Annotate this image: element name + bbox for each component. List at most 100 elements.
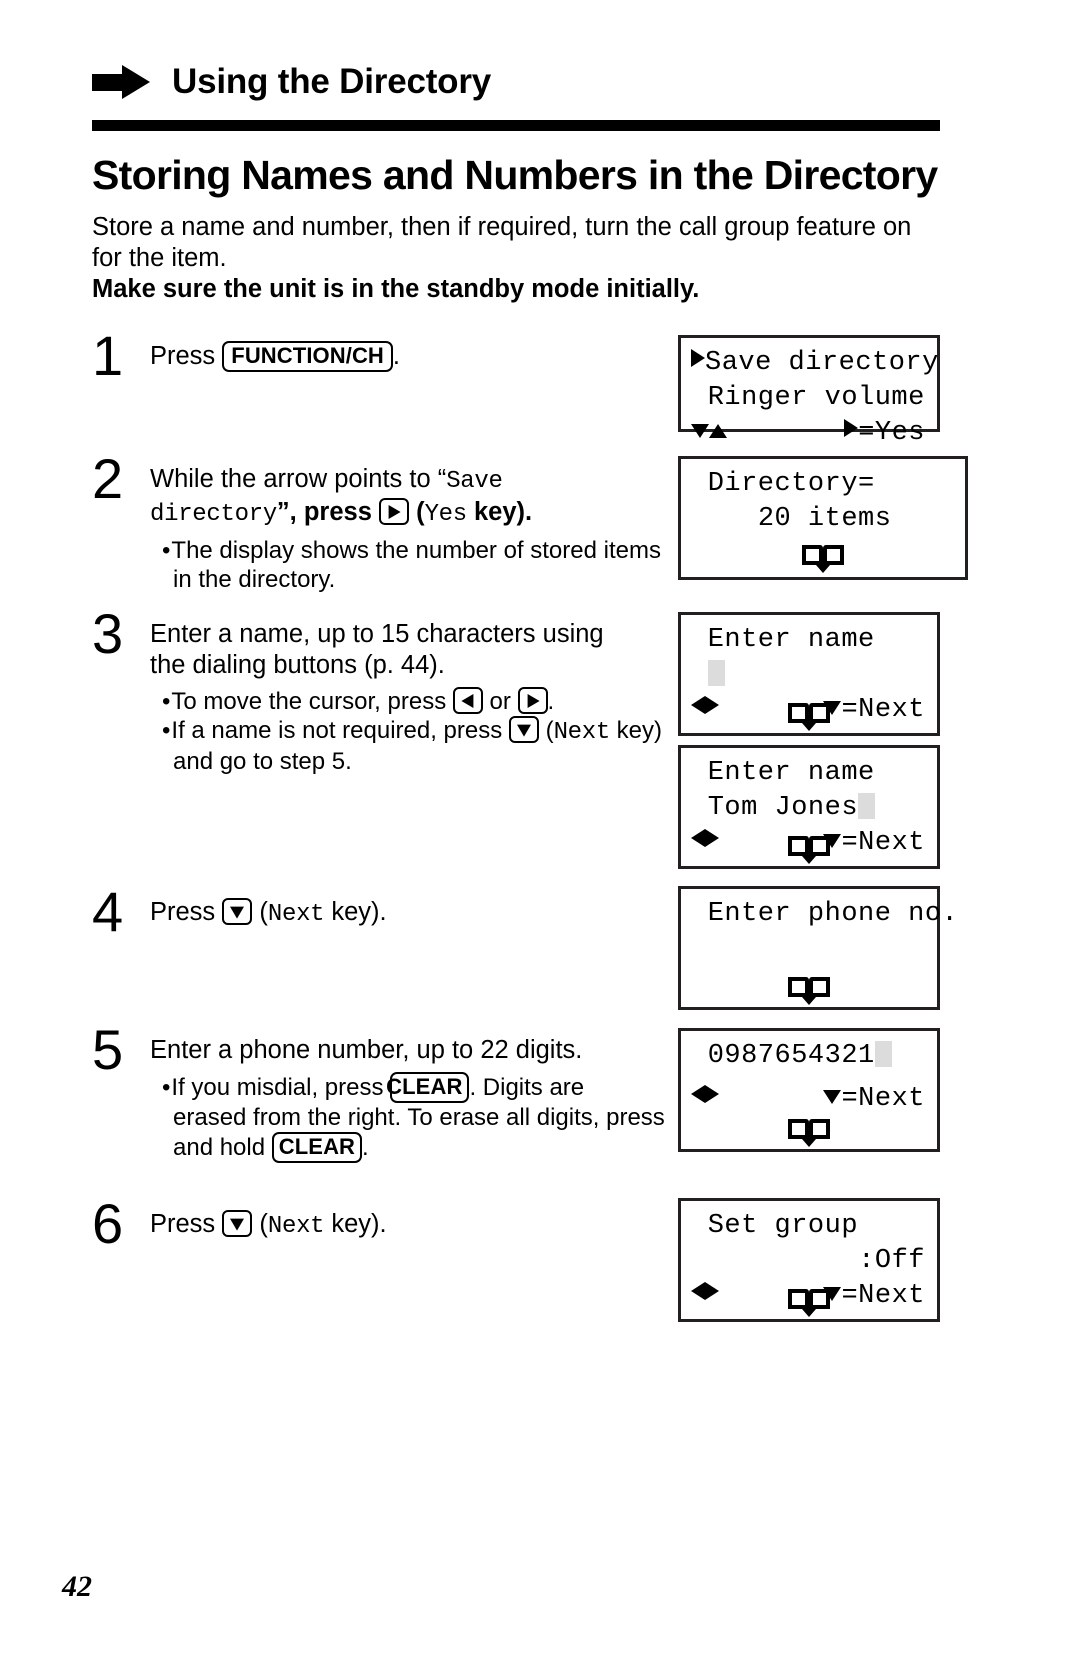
lcd-line-text: 0987654321 [707,1041,875,1071]
step-5-bullet-1-cont: erased from the right. To erase all digi… [173,1104,665,1131]
lcd-group-value: :Off [858,1246,925,1276]
lcd-line-text: =Yes [858,418,925,448]
intro-line-2: for the item. [92,244,227,272]
step-5-hold-text: and hold [173,1134,272,1161]
lcd-line-text: Directory= [707,469,875,499]
step-1-text-after: . [392,342,401,370]
step-5-bullet-1-end: . Digits are [469,1074,585,1101]
left-arrow-key[interactable] [452,687,483,714]
lcd-enter-name-empty: Enter name =Next [678,612,940,736]
lcd-row: =Yes [691,417,927,452]
step-2-paren-open: ( [408,498,425,526]
lcd-book-indicator [681,1117,937,1147]
lcd-book-indicator [681,701,937,731]
function-ch-key[interactable]: FUNCTION/CH [222,341,393,372]
lcd-book-indicator [681,834,937,864]
right-triangle-icon [691,349,705,367]
lcd-set-group: Set group :Off =Next [678,1198,940,1322]
right-arrow-icon [92,65,150,99]
page-number: 42 [62,1570,92,1603]
step-6-number: 6 [92,1192,124,1255]
lcd-row: :Off [691,1245,927,1280]
lcd-row: Directory= [691,468,955,503]
lcd-save-directory: Save directory Ringer volume =Yes [678,335,940,448]
intro-bold-note: Make sure the unit is in the standby mod… [92,275,700,303]
step-3-bullet-1: To move the cursor, press or . [162,687,720,716]
manual-page: Using the Directory Storing Names and Nu… [0,0,1080,1669]
step-3-bullet-2-paren: ( [538,717,554,744]
lcd-softkey-yes: =Yes [844,417,925,449]
step-4-text-before: Press [150,898,223,926]
step-1-body: Press FUNCTION/CH. [150,332,400,372]
lcd-row: 0987654321 [691,1040,927,1075]
step-4: 4 Press (Next key). [92,880,387,943]
step-4-body: Press (Next key). [150,888,387,930]
down-triangle-icon [823,1090,842,1104]
lcd-row [691,659,927,694]
step-2-line-1: While the arrow points to “Save [150,464,710,497]
clear-key[interactable]: CLEAR [271,1132,363,1163]
step-4-number: 4 [92,880,124,943]
lcd-line-text: Ringer volume [707,383,925,413]
step-2-bullets: The display shows the number of stored i… [150,536,710,594]
step-6-text-before: Press [150,1210,223,1238]
step-2-save-token: Save [446,468,503,495]
down-arrow-key[interactable] [222,1210,253,1237]
step-1: 1 Press FUNCTION/CH. [92,324,400,387]
lcd-line-text: Enter name [707,758,875,788]
intro-text: Store a name and number, then if require… [92,212,942,305]
lcd-row: Enter name [691,757,927,792]
lcd-line-text: Set group [707,1211,859,1241]
book-icon [788,977,830,1005]
right-arrow-key[interactable] [517,687,548,714]
step-2-bullet-1: The display shows the number of stored i… [162,536,710,565]
lcd-row: Ringer volume [691,382,927,417]
step-5-line-1: Enter a phone number, up to 22 digits. [150,1036,583,1064]
step-3-line-2: the dialing buttons (p. 44). [150,651,445,679]
book-icon [802,545,844,573]
step-5-bullet-1-cont2: and hold CLEAR. [162,1132,725,1163]
step-6-paren-open: ( [252,1210,268,1238]
down-triangle-icon [691,424,709,438]
lcd-line-text: Enter name [707,625,875,655]
lcd-enter-name-tom-jones: Enter name Tom Jones =Next [678,745,940,869]
step-5-period: . [362,1134,369,1161]
step-6-body: Press (Next key). [150,1200,387,1242]
down-arrow-key[interactable] [222,898,253,925]
lcd-line-text: Enter phone no. [707,899,959,929]
lcd-book-indicator [681,1287,937,1317]
step-3-bullet-2: If a name is not required, press (Next k… [162,716,720,747]
step-2-body: While the arrow points to “Save director… [150,455,710,594]
lcd-row: Set group [691,1210,927,1245]
left-triangle-icon [691,1085,705,1103]
down-arrow-key[interactable] [508,716,539,743]
step-3-number: 3 [92,602,124,665]
text-cursor [707,660,725,686]
step-3-line-1: Enter a name, up to 15 characters using [150,620,604,648]
book-icon [788,1119,830,1147]
lcd-row: Enter name [691,624,927,659]
book-icon [788,836,830,864]
step-6-text-after: key). [324,1210,387,1238]
step-3-bullet-1-or: or [482,688,518,715]
step-5-body: Enter a phone number, up to 22 digits. I… [150,1026,725,1163]
text-cursor [874,1041,892,1067]
step-6-next-token: Next [267,1213,325,1240]
step-3-next-token: Next [553,719,611,746]
step-2: 2 While the arrow points to “Save direct… [92,450,710,594]
step-2-key-text: key). [466,498,533,526]
step-5-number: 5 [92,1018,124,1081]
page-header: Using the Directory [92,62,491,102]
clear-key[interactable]: CLEAR [386,1072,470,1103]
step-2-directory-token: directory [150,501,277,528]
step-5-bullets: If you misdial, press CLEAR. Digits are … [150,1072,725,1163]
step-2-bullet-1-cont: in the directory. [173,566,336,593]
right-arrow-key[interactable] [378,498,409,525]
step-3-bullet-1-text: To move the cursor, press [171,688,453,715]
lcd-nav-indicators [691,417,727,449]
intro-line-1: Store a name and number, then if require… [92,213,912,241]
step-1-number: 1 [92,324,124,387]
header-title: Using the Directory [172,62,492,101]
step-3: 3 Enter a name, up to 15 characters usin… [92,602,720,776]
header-divider [92,120,940,131]
